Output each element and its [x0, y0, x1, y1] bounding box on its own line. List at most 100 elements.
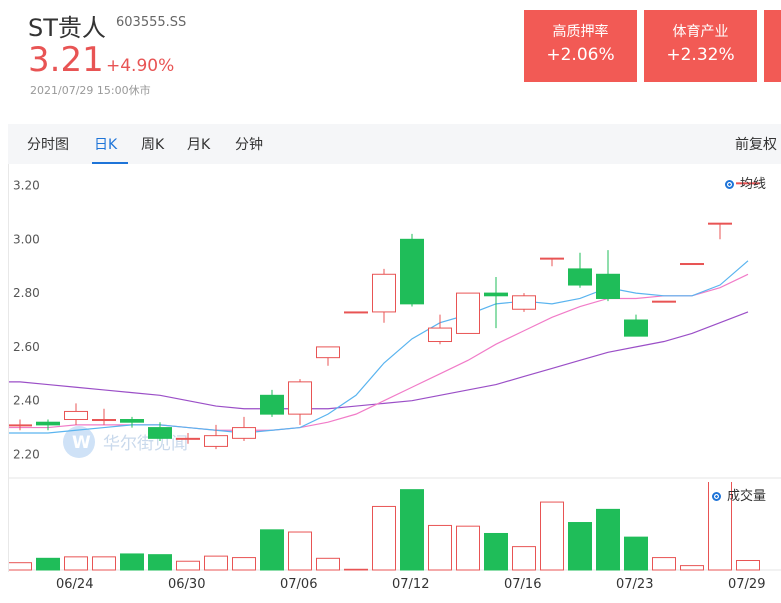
candle-body: [680, 263, 704, 266]
candle-body: [92, 419, 116, 422]
candlestick: [92, 408, 116, 425]
volume-legend[interactable]: 成交量: [712, 485, 766, 504]
candle-body: [596, 273, 620, 299]
trade-datetime: 2021/07/29 15:00休市: [30, 84, 151, 97]
candle-body: [400, 238, 424, 305]
volume-bar: [680, 565, 704, 571]
candlestick: [568, 252, 592, 288]
y-axis-tick: 3.20: [13, 179, 40, 193]
sector-card-value: +2.32%: [666, 45, 735, 65]
sector-card-sports[interactable]: 体育产业 +2.32%: [644, 10, 757, 82]
candle-body: [36, 421, 60, 426]
candlestick: [428, 314, 452, 345]
volume-bar: [9, 562, 32, 571]
candlestick: [512, 293, 536, 312]
volume-bar: [344, 568, 368, 571]
candlesticks: [9, 182, 760, 450]
volume-bar: [176, 560, 200, 571]
y-axis-tick: 2.60: [13, 340, 40, 354]
volume-bar: [148, 554, 172, 571]
x-axis-tick: 07/29: [728, 577, 766, 592]
tab-intraday[interactable]: 分时图: [27, 134, 69, 154]
volume-bars: [9, 482, 760, 571]
candle-body: [316, 346, 340, 359]
candle-body: [568, 268, 592, 286]
x-axis-tick: 06/30: [168, 577, 206, 592]
candlestick: [680, 263, 704, 266]
volume-bar: [92, 556, 116, 571]
candlestick: [232, 416, 256, 442]
sector-card-title: 高质押率: [552, 24, 609, 40]
volume-bar: [316, 557, 340, 571]
kline-chart-area[interactable]: 3.20 3.00 2.80 2.60 2.40 2.20 W 华尔街见闻 均线 成交量: [8, 164, 781, 572]
candlestick: [9, 419, 32, 431]
x-axis-tick: 07/16: [504, 577, 542, 592]
volume-bar: [120, 553, 144, 571]
volume-bar: [596, 508, 620, 571]
candlestick: [456, 292, 480, 334]
y-axis-tick: 2.20: [13, 447, 40, 461]
sector-card-title: 体育产业: [672, 24, 729, 40]
volume-legend-label: 成交量: [727, 489, 767, 504]
tab-monthly-k[interactable]: 月K: [187, 134, 210, 154]
candle-body: [148, 427, 172, 439]
candle-body: [708, 222, 732, 225]
candlestick: [260, 389, 284, 417]
candlestick: [36, 419, 60, 431]
volume-bar: [568, 522, 592, 571]
x-axis-tick: 07/23: [616, 577, 654, 592]
candlestick: [372, 268, 396, 323]
volume-bar: [624, 536, 648, 571]
candlestick: [540, 257, 564, 267]
volume-bar: [736, 560, 760, 571]
candlestick: [204, 424, 228, 450]
watermark-logo-letter: W: [72, 433, 91, 453]
candlestick: [400, 233, 424, 307]
volume-bar: [288, 531, 312, 571]
stock-code: 603555.SS: [116, 15, 187, 30]
volume-bar: [652, 557, 676, 571]
candlestick: [708, 222, 732, 240]
x-axis-tick: 07/12: [392, 577, 430, 592]
x-axis-tick: 07/06: [280, 577, 318, 592]
candle-body: [456, 292, 480, 334]
candle-body: [484, 292, 508, 297]
sector-card-partial[interactable]: [764, 10, 781, 82]
y-axis-tick: 3.00: [13, 232, 40, 246]
ma-legend-label: 均线: [740, 177, 767, 192]
tab-daily-k[interactable]: 日K: [94, 134, 117, 154]
price-change-percent: +4.90%: [106, 56, 175, 76]
candlestick: [288, 379, 312, 425]
x-axis-tick: 06/24: [56, 577, 94, 592]
candle-body: [652, 300, 676, 303]
y-axis-tick: 2.80: [13, 286, 40, 300]
tab-minute[interactable]: 分钟: [235, 134, 263, 154]
y-axis-tick: 2.40: [13, 394, 40, 408]
volume-bar: [36, 557, 60, 571]
radio-selected-icon[interactable]: [712, 492, 721, 501]
candle-body: [428, 327, 452, 343]
candle-body: [540, 257, 564, 260]
candlestick: [652, 300, 676, 303]
volume-bar: [400, 489, 424, 571]
candle-body: [372, 273, 396, 313]
kline-chart-svg: 3.20 3.00 2.80 2.60 2.40 2.20 W 华尔街见闻: [9, 179, 781, 571]
radio-selected-icon[interactable]: [725, 180, 734, 189]
candle-body: [120, 419, 144, 423]
candlestick: [624, 314, 648, 337]
ma-legend[interactable]: 均线: [725, 173, 766, 192]
y-axis-labels: 3.20 3.00 2.80 2.60 2.40 2.20: [13, 179, 40, 462]
sector-card-pledge[interactable]: 高质押率 +2.06%: [524, 10, 637, 82]
volume-bar: [64, 556, 88, 571]
candlestick: [596, 250, 620, 302]
candlestick: [316, 346, 340, 366]
current-price: 3.21: [28, 40, 104, 80]
candle-body: [204, 435, 228, 447]
stock-name: ST贵人: [28, 14, 106, 42]
candlestick: [64, 403, 88, 425]
chart-tab-bar: 分时图 日K 周K 月K 分钟 前复权: [8, 124, 781, 164]
tab-weekly-k[interactable]: 周K: [141, 134, 164, 154]
price-adjust-toggle[interactable]: 前复权: [735, 134, 777, 154]
candle-body: [176, 437, 200, 440]
volume-bar: [260, 529, 284, 571]
